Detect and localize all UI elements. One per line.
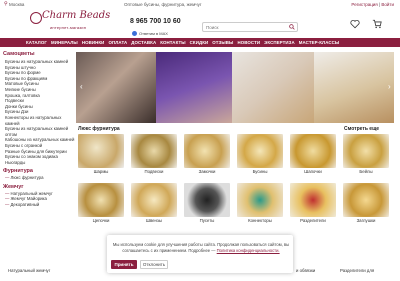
login-link[interactable]: Войти	[381, 2, 394, 7]
tile-image	[78, 183, 124, 217]
nav-item-expertise[interactable]: ЭКСПЕРТИЗА	[264, 40, 295, 45]
category-tile[interactable]: Шармы	[78, 134, 124, 174]
privacy-policy-link[interactable]: Политика конфиденциальности.	[217, 248, 280, 253]
tile-image	[237, 134, 283, 168]
sidebar-item[interactable]: Коннекторы из натуральных камней	[3, 115, 75, 126]
heart-icon[interactable]	[350, 19, 360, 29]
max-label: Ответим в MAX	[139, 31, 168, 36]
sidebar-heading-findings[interactable]: Фурнитура	[3, 168, 75, 174]
tagline: Оптовые бусины, фурнитура, жемчуг	[124, 2, 202, 7]
see-more-link[interactable]: Смотреть еще	[344, 126, 379, 132]
sidebar-item[interactable]: Бусины из натуральных камней	[3, 59, 75, 65]
nav-item-contacts[interactable]: КОНТАКТЫ	[160, 40, 185, 45]
banner-photo-earrings	[76, 52, 156, 123]
tile-label: Подвески	[144, 169, 164, 174]
tile-image	[131, 134, 177, 168]
nav-item-masterclasses[interactable]: МАСТЕР-КЛАССЫ	[299, 40, 340, 45]
logo[interactable]: Charm Beads интернет-магазин	[28, 9, 110, 35]
tile-image	[343, 183, 389, 217]
section-title: Люкс фурнитура	[78, 126, 120, 132]
sidebar-item[interactable]: Бусины из натуральных камней оптом	[3, 126, 75, 137]
tile-label: Замочки	[198, 169, 216, 174]
sidebar-item[interactable]: Ньюгарды	[3, 160, 75, 166]
phone-number[interactable]: 8 965 700 10 60	[130, 18, 181, 25]
tile-label: Шапочки	[304, 169, 322, 174]
category-tile[interactable]: Заглушки	[343, 183, 389, 223]
sidebar-subitem[interactable]: Декоративный	[3, 202, 75, 208]
sidebar-heading-gems[interactable]: Самоцветы	[3, 51, 75, 57]
tile-label: Коннекторы	[248, 218, 272, 223]
category-tile[interactable]: Шапочки	[290, 134, 336, 174]
logo-name: Charm Beads	[42, 10, 111, 21]
tile-label: Цепочки	[92, 218, 110, 223]
decline-cookies-button[interactable]: Отклонить	[140, 260, 168, 269]
nav-item-news[interactable]: НОВОСТИ	[237, 40, 260, 45]
location-pin-icon: ⚲	[4, 1, 8, 7]
cookie-text: Мы используем cookie для улучшения работ…	[112, 242, 290, 253]
banner-photo-rings	[232, 52, 314, 123]
category-tile[interactable]: Бейлы	[343, 134, 389, 174]
nav-item-minerals[interactable]: МИНЕРАЛЫ	[51, 40, 78, 45]
category-tile[interactable]: Коннекторы	[237, 183, 283, 223]
tile-image	[78, 134, 124, 168]
category-tile[interactable]: Бусины	[237, 134, 283, 174]
tile-label: Шармы	[93, 169, 109, 174]
cart-icon[interactable]	[372, 19, 382, 29]
tile-image	[290, 183, 336, 217]
tile-image	[290, 134, 336, 168]
nav-item-payment[interactable]: ОПЛАТА	[108, 40, 127, 45]
tile-label: Швензы	[146, 218, 162, 223]
category-tile[interactable]: Швензы	[131, 183, 177, 223]
search-input[interactable]	[203, 23, 283, 31]
logo-mark-icon	[30, 12, 42, 24]
category-tile[interactable]: Цепочки	[78, 183, 124, 223]
banner-prev-arrow-icon[interactable]: ‹	[80, 82, 83, 91]
tile-image	[131, 183, 177, 217]
hero-banner[interactable]	[76, 52, 394, 123]
sidebar-subitem[interactable]: Люкс фурнитура	[3, 175, 75, 181]
header-icons	[350, 19, 382, 29]
banner-photo-bracelet	[156, 52, 232, 123]
max-messenger-link[interactable]: Ответим в MAX	[132, 31, 168, 36]
tile-label: Бейлы	[359, 169, 373, 174]
auth-links: Регистрация | Войти	[351, 2, 394, 7]
tile-image	[184, 183, 230, 217]
tile-label: Пусеты	[199, 218, 215, 223]
city-label: Москва	[9, 2, 25, 7]
banner-next-arrow-icon[interactable]: ›	[388, 82, 391, 91]
nav-item-delivery[interactable]: ДОСТАВКА	[131, 40, 156, 45]
banner-photo-chain	[314, 52, 394, 123]
search-box	[202, 22, 298, 32]
search-icon[interactable]	[289, 24, 295, 30]
bottom-text: Разделители для	[340, 268, 375, 273]
sidebar-catalog: Самоцветы Бусины из натуральных камней Б…	[3, 51, 75, 208]
bottom-text: и обвязки	[296, 268, 316, 273]
category-tile[interactable]: Замочки	[184, 134, 230, 174]
cookie-text-more: с их применением. Подробнее —	[150, 247, 217, 253]
city-selector[interactable]: ⚲ Москва	[4, 1, 25, 8]
cookie-banner: Мы используем cookie для улучшения работ…	[107, 235, 293, 273]
category-tile[interactable]: Разделители	[290, 183, 336, 223]
accept-cookies-button[interactable]: Принять	[111, 260, 137, 269]
logo-subtitle: интернет-магазин	[50, 25, 87, 30]
tile-image	[343, 134, 389, 168]
tile-image	[184, 134, 230, 168]
bottom-text: Натуральный жемчуг	[8, 268, 51, 273]
register-link[interactable]: Регистрация	[351, 2, 377, 7]
tile-image	[237, 183, 283, 217]
category-tile[interactable]: Пусеты	[184, 183, 230, 223]
category-tile[interactable]: Подвески	[131, 134, 177, 174]
tile-label: Заглушки	[356, 218, 376, 223]
nav-item-catalog[interactable]: КАТАЛОГ	[26, 40, 47, 45]
tile-label: Бусины	[252, 169, 268, 174]
main-nav: КАТАЛОГ МИНЕРАЛЫ НОВИНКИ ОПЛАТА ДОСТАВКА…	[0, 38, 400, 47]
tile-label: Разделители	[300, 218, 326, 223]
max-icon	[132, 31, 137, 36]
nav-item-discounts[interactable]: СКИДКИ	[190, 40, 209, 45]
sidebar-heading-pearls[interactable]: Жемчуг	[3, 184, 75, 190]
nav-item-new[interactable]: НОВИНКИ	[82, 40, 105, 45]
nav-item-reviews[interactable]: ОТЗЫВЫ	[212, 40, 233, 45]
